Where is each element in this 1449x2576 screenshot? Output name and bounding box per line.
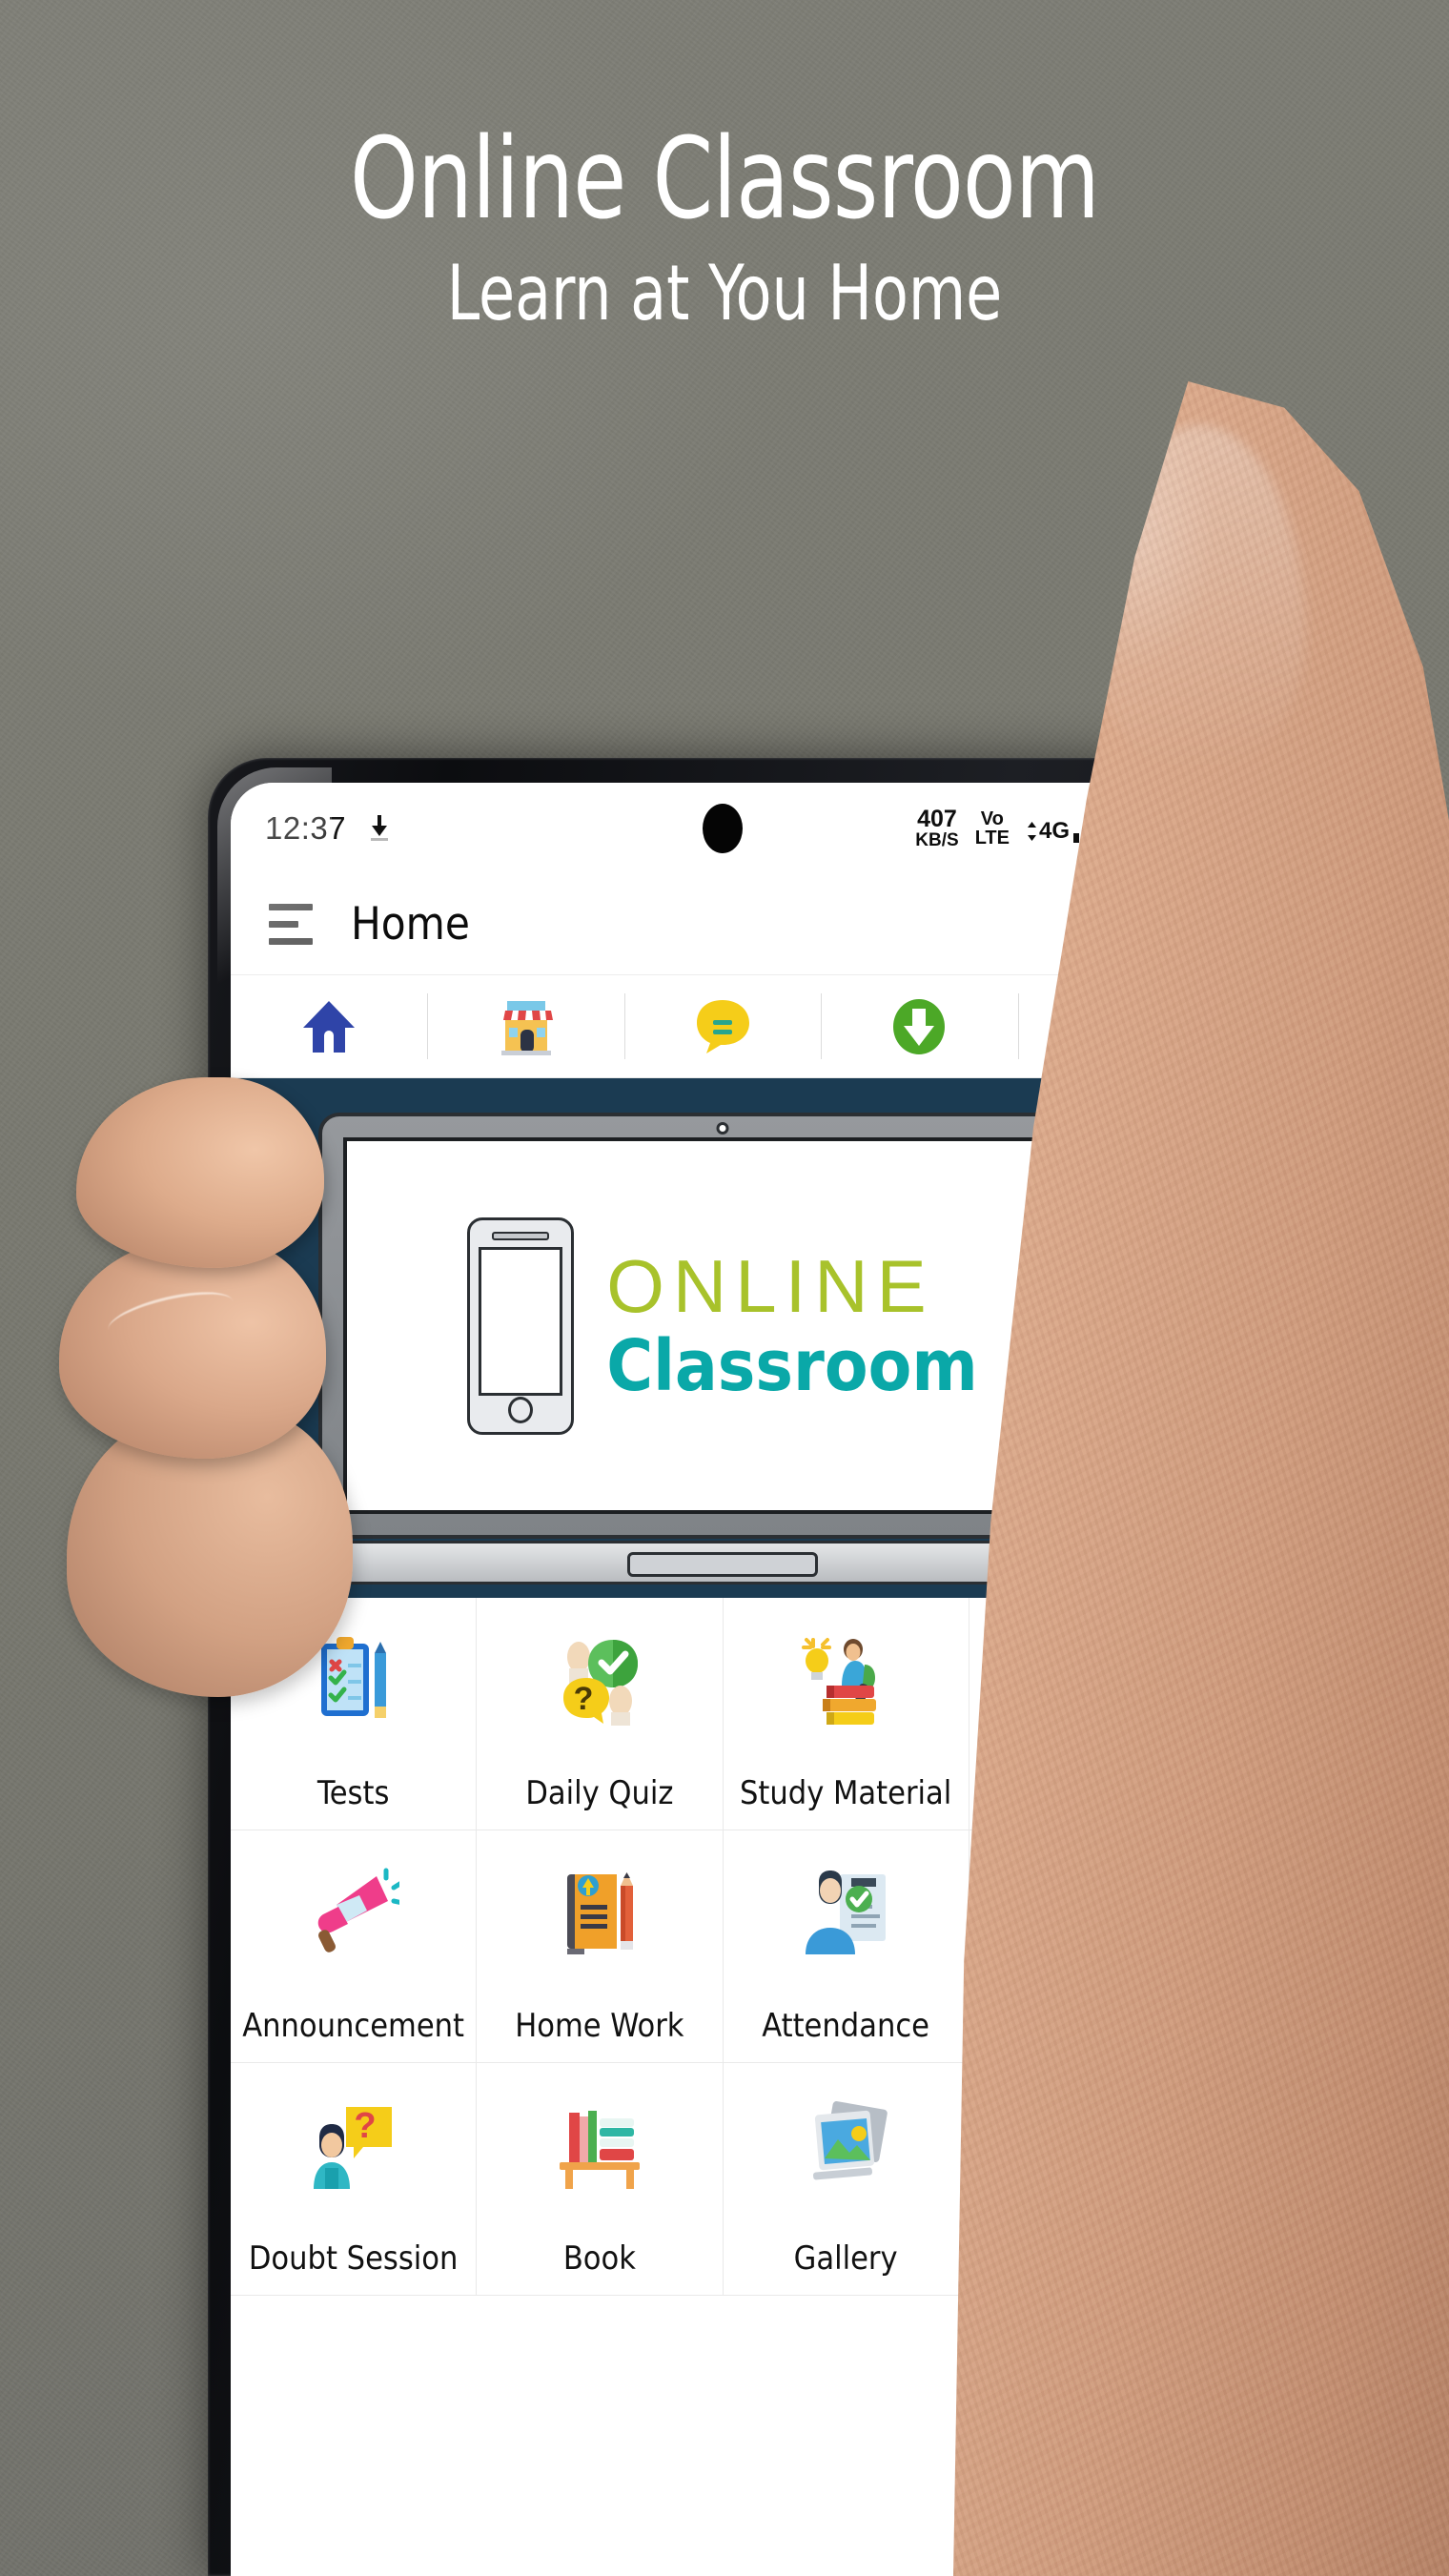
laptop-screen: ONLINE Classroom bbox=[343, 1137, 1102, 1514]
svg-text:?: ? bbox=[573, 1681, 593, 1717]
laptop-camera-icon bbox=[716, 1122, 729, 1135]
status-bar: 12:37 407 KB/S Vo LTE 4G bbox=[231, 783, 1214, 874]
grid-item-label: Attendance bbox=[762, 2007, 929, 2045]
question-person-icon: ? bbox=[304, 2096, 403, 2195]
data-speed-indicator: 407 KB/S bbox=[915, 806, 959, 850]
left-hand-finger-middle bbox=[59, 1239, 326, 1459]
grid-item-label: Gallery bbox=[793, 2239, 898, 2278]
tab-store[interactable] bbox=[427, 975, 623, 1077]
promo-title: Online Classroom bbox=[350, 112, 1100, 244]
attendance-checklist-icon bbox=[796, 1863, 895, 1962]
tab-home[interactable] bbox=[231, 975, 427, 1077]
grid-item-label: Tests bbox=[316, 1774, 390, 1812]
front-camera-punch-hole bbox=[703, 804, 743, 853]
speech-bubble-icon bbox=[697, 999, 750, 1053]
banner-word-online: ONLINE bbox=[606, 1243, 935, 1328]
smartphone-decor-icon bbox=[467, 1216, 575, 1435]
hamburger-menu-icon[interactable] bbox=[269, 904, 313, 945]
network-type-label: 4G bbox=[1026, 820, 1070, 843]
grid-item-label: Daily Quiz bbox=[525, 1774, 674, 1812]
laptop-trackpad-notch bbox=[627, 1552, 818, 1577]
grid-item-study-material[interactable]: Study Material bbox=[723, 1598, 969, 1830]
books-student-icon bbox=[796, 1630, 895, 1729]
grid-item-doubt-session[interactable]: ? Doubt Session bbox=[231, 2063, 478, 2296]
grid-item-attendance[interactable]: Attendance bbox=[723, 1830, 969, 2063]
grid-item-label: Study Material bbox=[739, 1774, 952, 1812]
svg-text:?: ? bbox=[354, 2106, 376, 2146]
grid-item-gallery[interactable]: Gallery bbox=[723, 2063, 969, 2296]
grid-item-label: Announcement bbox=[242, 2007, 465, 2045]
grid-item-label: Book bbox=[562, 2239, 636, 2278]
photos-icon bbox=[796, 2096, 895, 2195]
volte-indicator: Vo LTE bbox=[975, 809, 1010, 848]
network-type-text: 4G bbox=[1038, 818, 1070, 844]
data-transfer-arrows-icon bbox=[1027, 822, 1036, 841]
data-speed-value: 407 bbox=[917, 806, 957, 832]
megaphone-icon bbox=[304, 1863, 403, 1962]
promo-text-block: Online Classroom Learn at You Home bbox=[0, 0, 1449, 332]
banner-wordmark: ONLINE Classroom bbox=[606, 1243, 978, 1407]
volte-bottom: LTE bbox=[974, 828, 1010, 848]
quiz-checkmark-icon: ? bbox=[550, 1630, 649, 1729]
bookshelf-icon bbox=[550, 2096, 649, 2195]
grid-item-label: Doubt Session bbox=[248, 2239, 459, 2278]
data-speed-unit: KB/S bbox=[915, 830, 959, 850]
store-icon bbox=[500, 1000, 553, 1055]
page-title: Home bbox=[351, 898, 470, 951]
grid-item-announcement[interactable]: Announcement bbox=[231, 1830, 478, 2063]
grid-item-book[interactable]: Book bbox=[477, 2063, 724, 2296]
promo-subtitle: Learn at You Home bbox=[446, 249, 1003, 337]
download-circle-icon bbox=[893, 998, 946, 1054]
notebook-pencil-icon bbox=[550, 1863, 649, 1962]
grid-item-daily-quiz[interactable]: ? Daily Quiz bbox=[477, 1598, 724, 1830]
grid-item-label: Home Work bbox=[515, 2007, 684, 2045]
banner-word-classroom: Classroom bbox=[606, 1324, 978, 1407]
volte-top: Vo bbox=[980, 808, 1004, 829]
status-time: 12:37 bbox=[265, 810, 347, 846]
grid-item-home-work[interactable]: Home Work bbox=[477, 1830, 724, 2063]
download-arrow-icon bbox=[369, 814, 390, 843]
home-icon bbox=[303, 1000, 356, 1053]
tab-download[interactable] bbox=[821, 975, 1017, 1077]
tab-chat[interactable] bbox=[623, 975, 821, 1077]
